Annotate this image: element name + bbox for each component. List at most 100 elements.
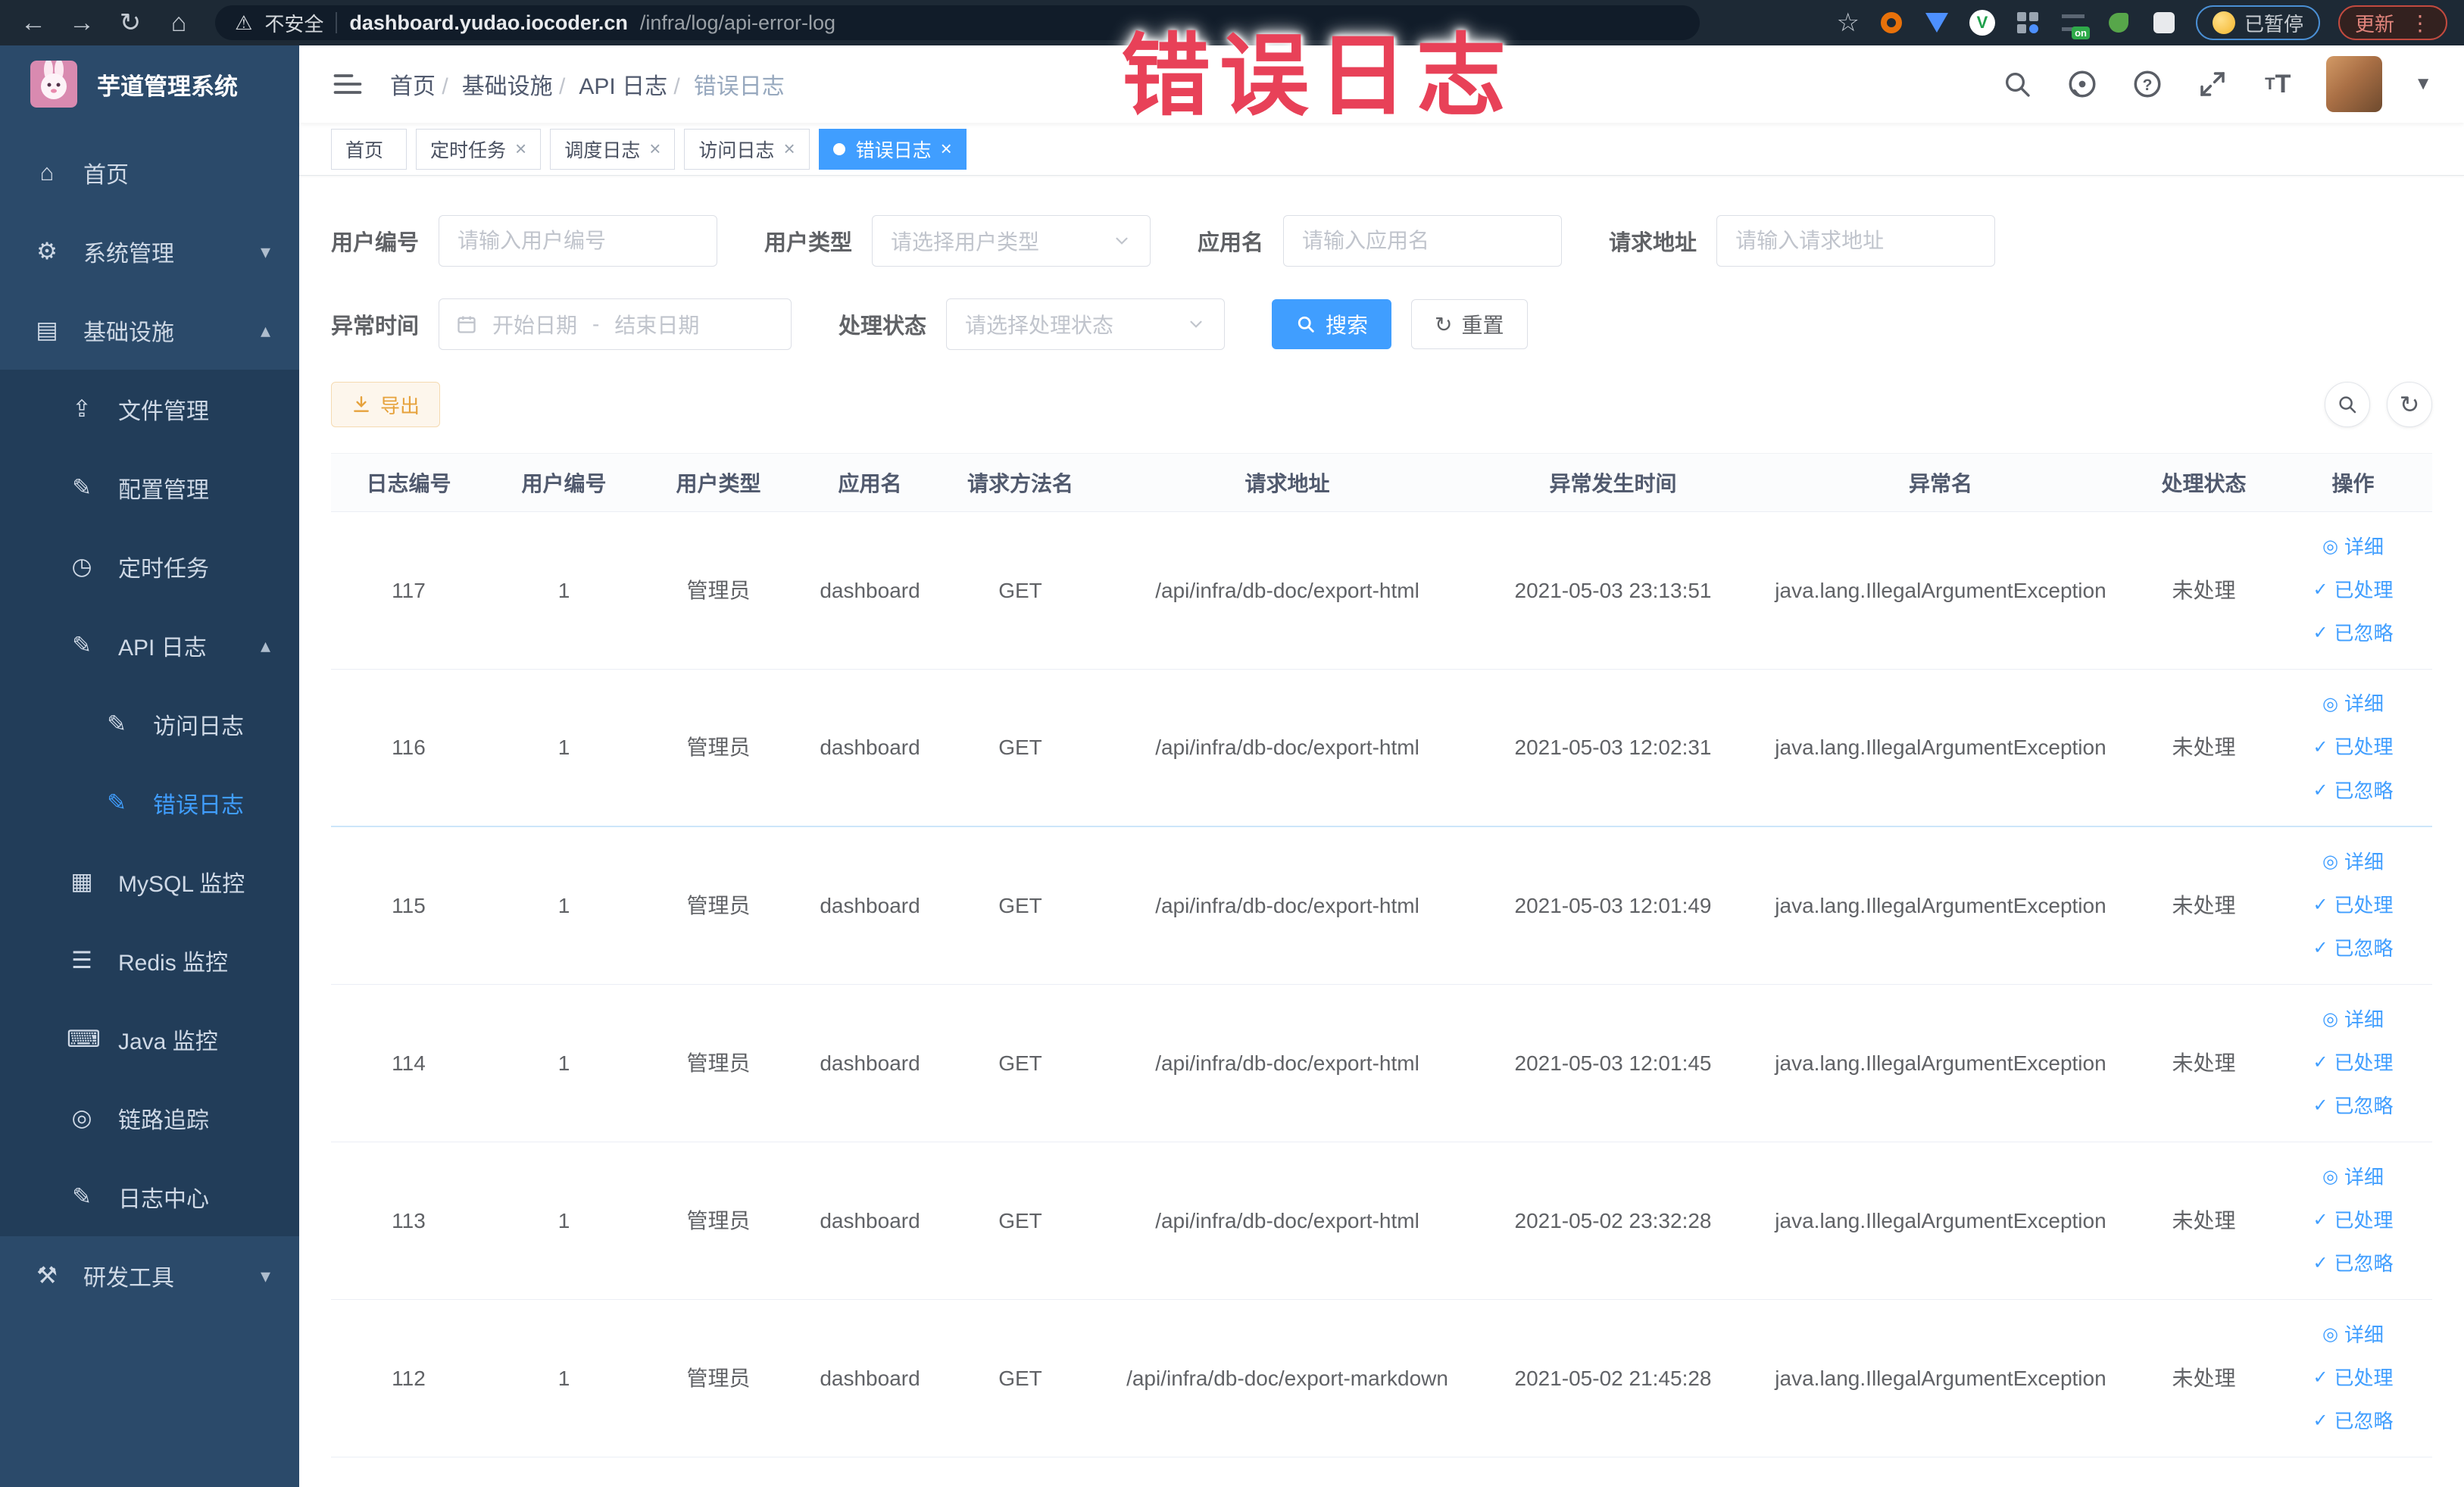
sidebar: 芋道管理系统 ⌂ 首页 ⚙ 系统管理 ▾ ▤ 基础设施 ▴ ⇪ 文件管理 ✎ 配… (0, 45, 299, 1487)
tab-close-icon[interactable]: × (941, 137, 952, 161)
avatar[interactable] (2326, 56, 2383, 112)
sidebar-menu-item[interactable]: ⚙ 系统管理 ▾ (0, 212, 299, 291)
sidebar-menu-item[interactable]: ⌨ Java 监控 (0, 1000, 299, 1079)
sidebar-menu-item[interactable]: ⇪ 文件管理 (0, 370, 299, 448)
breadcrumb-item[interactable]: API 日志 / (579, 67, 679, 101)
mark-processed-link[interactable]: ✓ 已处理 (2313, 892, 2393, 919)
exception-time-range-picker[interactable]: 开始日期 - 结束日期 (439, 298, 792, 350)
check-icon: ✓ (2313, 1095, 2328, 1117)
mark-ignored-link[interactable]: ✓ 已忽略 (2313, 620, 2393, 647)
toggle-search-button[interactable] (2325, 382, 2370, 427)
extension-grid-icon[interactable] (2014, 9, 2041, 36)
table-header-cell[interactable]: 日志编号 (331, 454, 486, 511)
app-logo[interactable]: 芋道管理系统 (0, 45, 299, 123)
browser-back-button[interactable]: ← (17, 10, 50, 36)
cell-log-id: 117 (392, 578, 426, 602)
sidebar-menu-item[interactable]: ✎ 配置管理 (0, 448, 299, 527)
table-header-cell[interactable]: 应用名 (795, 454, 945, 511)
table-header-cell[interactable]: 请求方法名 (945, 454, 1096, 511)
mark-ignored-link[interactable]: ✓ 已忽略 (2313, 1408, 2393, 1435)
detail-link[interactable]: ◎ 详细 (2322, 849, 2384, 876)
github-icon[interactable] (2066, 67, 2099, 101)
tab[interactable]: 调度日志 × (550, 128, 676, 170)
refresh-table-button[interactable]: ↻ (2387, 382, 2432, 427)
mark-ignored-link[interactable]: ✓ 已忽略 (2313, 936, 2393, 962)
bookmark-star-icon[interactable]: ☆ (1836, 8, 1859, 38)
detail-link[interactable]: ◎ 详细 (2322, 534, 2384, 561)
search-button[interactable]: 搜索 (1272, 299, 1392, 349)
detail-link[interactable]: ◎ 详细 (2322, 1322, 2384, 1348)
table-header-cell[interactable]: 用户编号 (486, 454, 642, 511)
avatar-caret-icon[interactable]: ▼ (2414, 73, 2432, 95)
range-start-placeholder: 开始日期 (492, 314, 578, 337)
sidebar-collapse-icon[interactable] (331, 67, 364, 101)
status-select[interactable]: 请选择处理状态 (946, 298, 1226, 350)
help-icon[interactable]: ? (2131, 67, 2164, 101)
tab-close-icon[interactable]: × (649, 137, 661, 161)
sidebar-menu-item[interactable]: ☰ Redis 监控 (0, 921, 299, 1000)
extension-shield-icon[interactable] (1923, 9, 1950, 36)
tab[interactable]: 访问日志 × (684, 128, 810, 170)
app-name-input[interactable] (1283, 215, 1563, 267)
detail-link[interactable]: ◎ 详细 (2322, 691, 2384, 717)
cell-actions: ◎ 详细 ✓ 已处理 ✓ 已忽略 (2274, 849, 2432, 962)
extension-orange-icon[interactable] (1878, 9, 1905, 36)
tab-close-icon[interactable]: × (783, 137, 795, 161)
mark-processed-link[interactable]: ✓ 已处理 (2313, 577, 2393, 604)
table-header-cell[interactable]: 操作 (2274, 454, 2432, 511)
mark-ignored-link[interactable]: ✓ 已忽略 (2313, 778, 2393, 804)
sidebar-menu-item[interactable]: ✎ 访问日志 (0, 685, 299, 764)
search-icon[interactable] (2000, 67, 2034, 101)
detail-link[interactable]: ◎ 详细 (2322, 1007, 2384, 1033)
sidebar-menu-item[interactable]: ⌂ 首页 (0, 133, 299, 212)
extension-puzzle-icon[interactable] (2150, 9, 2178, 36)
table-header-cell[interactable]: 处理状态 (2134, 454, 2274, 511)
profile-paused-badge[interactable]: 已暂停 (2195, 5, 2320, 40)
breadcrumb-item[interactable]: 首页 / (390, 67, 448, 101)
tab-close-icon[interactable]: × (515, 137, 526, 161)
tab-label: 首页 (345, 139, 384, 161)
tab[interactable]: 首页 (331, 128, 408, 170)
address-bar[interactable]: ⚠ 不安全 dashboard.yudao.iocoder.cn /infra/… (215, 5, 1700, 40)
mark-ignored-link[interactable]: ✓ 已忽略 (2313, 1251, 2393, 1277)
table-header-cell[interactable]: 异常发生时间 (1479, 454, 1747, 511)
sidebar-menu-item[interactable]: ✎ 错误日志 (0, 764, 299, 842)
mark-processed-link[interactable]: ✓ 已处理 (2313, 734, 2393, 761)
sidebar-menu-item[interactable]: ▦ MySQL 监控 (0, 842, 299, 921)
sidebar-menu-item[interactable]: ⚒ 研发工具 ▾ (0, 1236, 299, 1315)
sidebar-menu-item[interactable]: ▤ 基础设施 ▴ (0, 291, 299, 370)
reset-button[interactable]: ↻ 重置 (1411, 299, 1528, 349)
browser-forward-button[interactable]: → (65, 10, 98, 36)
browser-update-badge[interactable]: 更新 ⋮ (2338, 5, 2447, 40)
fullscreen-icon[interactable] (2196, 67, 2229, 101)
table-header-cell[interactable]: 请求地址 (1096, 454, 1479, 511)
sidebar-menu-item[interactable]: ✎ 日志中心 (0, 1157, 299, 1236)
mark-processed-link[interactable]: ✓ 已处理 (2313, 1050, 2393, 1076)
user-id-input[interactable] (439, 215, 718, 267)
security-warning-icon[interactable]: ⚠ (235, 11, 252, 35)
export-button[interactable]: 导出 (331, 382, 441, 427)
mark-processed-link[interactable]: ✓ 已处理 (2313, 1365, 2393, 1392)
table-header-cell[interactable]: 异常名 (1747, 454, 2134, 511)
breadcrumb-item[interactable]: 基础设施 / (462, 67, 566, 101)
tab[interactable]: 定时任务 × (416, 128, 542, 170)
browser-home-button[interactable]: ⌂ (162, 10, 195, 36)
user-type-select[interactable]: 请选择用户类型 (872, 215, 1151, 267)
extension-green-v-icon[interactable]: V (1969, 9, 1996, 36)
extension-sprout-icon[interactable] (2105, 9, 2132, 36)
mark-ignored-link[interactable]: ✓ 已忽略 (2313, 1093, 2393, 1120)
extension-onoff-icon[interactable]: on (2060, 9, 2090, 39)
detail-link[interactable]: ◎ 详细 (2322, 1164, 2384, 1191)
cell-app-name: dashboard (820, 578, 920, 602)
sidebar-menu-item[interactable]: ✎ API 日志 ▴ (0, 606, 299, 685)
tab[interactable]: 错误日志 × (818, 128, 967, 170)
browser-reload-button[interactable]: ↻ (114, 10, 147, 36)
font-size-icon[interactable]: TT (2261, 67, 2294, 101)
browser-menu-icon[interactable]: ⋮ (2409, 11, 2431, 36)
table-header-cell[interactable]: 用户类型 (642, 454, 795, 511)
sidebar-menu-item[interactable]: ◷ 定时任务 (0, 527, 299, 606)
breadcrumb-item[interactable]: 错误日志 / (694, 67, 785, 101)
request-url-input[interactable] (1716, 215, 1996, 267)
mark-processed-link[interactable]: ✓ 已处理 (2313, 1207, 2393, 1234)
sidebar-menu-item[interactable]: ◎ 链路追踪 (0, 1079, 299, 1157)
